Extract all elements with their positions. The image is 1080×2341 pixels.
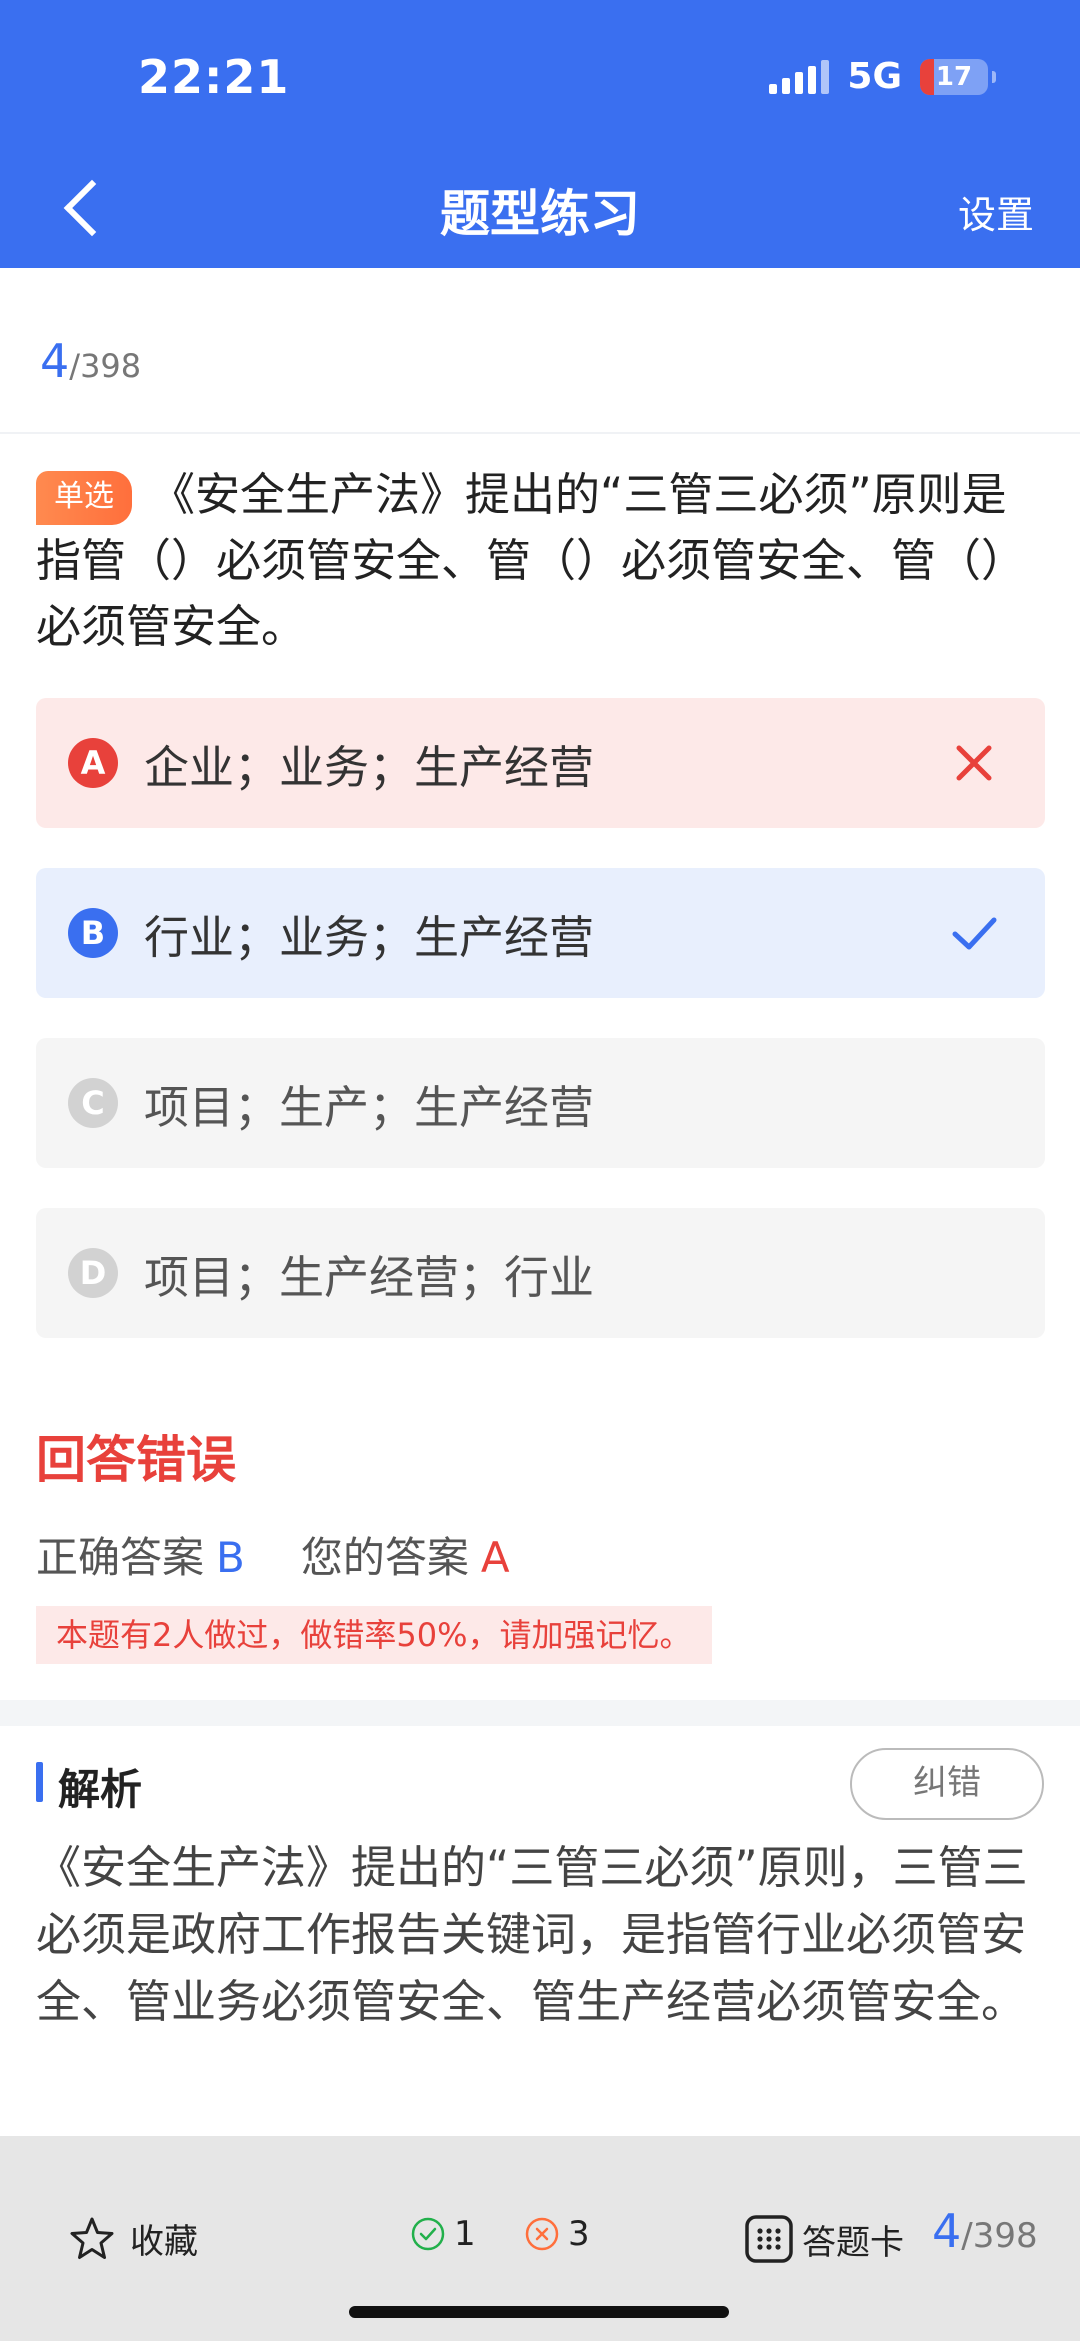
x-circle-icon bbox=[525, 2217, 559, 2251]
option-a-badge: A bbox=[68, 738, 118, 788]
error-rate-tip: 本题有2人做过，做错率50%，请加强记忆。 bbox=[36, 1606, 712, 1664]
option-b-badge: B bbox=[68, 908, 118, 958]
question-progress: 4/398 bbox=[40, 334, 141, 388]
settings-button[interactable]: 设置 bbox=[958, 184, 1034, 239]
signal-icon bbox=[769, 59, 830, 94]
your-answer-value: A bbox=[480, 1533, 510, 1582]
correct-count-value: 1 bbox=[454, 2214, 476, 2254]
wrong-x-icon bbox=[956, 745, 992, 781]
option-d-text: 项目；生产经营；行业 bbox=[144, 1250, 595, 1304]
report-error-button[interactable]: 纠错 bbox=[850, 1748, 1044, 1820]
analysis-accent-bar bbox=[36, 1762, 43, 1802]
status-icons: 5G 17 bbox=[769, 56, 996, 97]
option-d[interactable]: D 项目；生产经营；行业 bbox=[36, 1208, 1045, 1338]
correct-answer-label: 正确答案 bbox=[36, 1533, 205, 1582]
question-text: 《安全生产法》提出的“三管三必须”原则是指管（）必须管安全、管（）必须管安全、管… bbox=[36, 468, 1027, 653]
correct-answer-value: B bbox=[216, 1533, 245, 1582]
wrong-count-value: 3 bbox=[568, 2214, 590, 2254]
progress-current: 4 bbox=[40, 334, 70, 388]
favorite-label: 收藏 bbox=[130, 2222, 198, 2262]
top-bar: 22:21 5G 17 题型练习 设置 bbox=[0, 0, 1080, 268]
page-title: 题型练习 bbox=[440, 185, 640, 243]
analysis-text: 《安全生产法》提出的“三管三必须”原则，三管三必须是政府工作报告关键词，是指管行… bbox=[36, 1841, 1028, 2028]
question-type-tag: 单选 bbox=[36, 471, 132, 525]
battery-level: 17 bbox=[935, 61, 973, 92]
favorite-button[interactable]: 收藏 bbox=[68, 2214, 198, 2263]
option-a[interactable]: A 企业；业务；生产经营 bbox=[36, 698, 1045, 828]
correct-count[interactable]: 1 bbox=[410, 2214, 476, 2254]
your-answer-label: 您的答案 bbox=[300, 1533, 469, 1582]
progress-total: /398 bbox=[69, 347, 142, 385]
grid-icon bbox=[745, 2215, 793, 2263]
option-d-badge: D bbox=[68, 1248, 118, 1298]
check-circle-icon bbox=[411, 2217, 445, 2251]
result-title: 回答错误 bbox=[36, 1431, 236, 1489]
bottom-progress-current: 4 bbox=[932, 2204, 962, 2258]
battery-icon: 17 bbox=[920, 58, 996, 95]
check-icon bbox=[952, 917, 997, 950]
bottom-progress-total: /398 bbox=[961, 2216, 1038, 2256]
status-time: 22:21 bbox=[138, 50, 290, 104]
option-c-text: 项目；生产；生产经营 bbox=[144, 1080, 595, 1134]
option-c-badge: C bbox=[68, 1078, 118, 1128]
option-b-text: 行业；业务；生产经营 bbox=[144, 910, 595, 964]
section-divider bbox=[0, 1700, 1080, 1726]
answer-summary: 正确答案 B 您的答案 A bbox=[36, 1524, 510, 1585]
divider bbox=[0, 432, 1080, 434]
answer-card-button[interactable]: 答题卡 bbox=[744, 2214, 904, 2264]
option-b[interactable]: B 行业；业务；生产经营 bbox=[36, 868, 1045, 998]
bottom-progress: 4/398 bbox=[932, 2204, 1038, 2258]
network-type: 5G bbox=[847, 56, 902, 97]
answer-card-label: 答题卡 bbox=[802, 2222, 904, 2263]
option-a-text: 企业；业务；生产经营 bbox=[144, 740, 595, 794]
option-c[interactable]: C 项目；生产；生产经营 bbox=[36, 1038, 1045, 1168]
question: 单选 《安全生产法》提出的“三管三必须”原则是指管（）必须管安全、管（）必须管安全… bbox=[36, 462, 1046, 660]
analysis-title: 解析 bbox=[58, 1765, 143, 1814]
home-indicator[interactable] bbox=[349, 2306, 729, 2318]
star-icon bbox=[70, 2217, 114, 2259]
wrong-count[interactable]: 3 bbox=[524, 2214, 590, 2254]
